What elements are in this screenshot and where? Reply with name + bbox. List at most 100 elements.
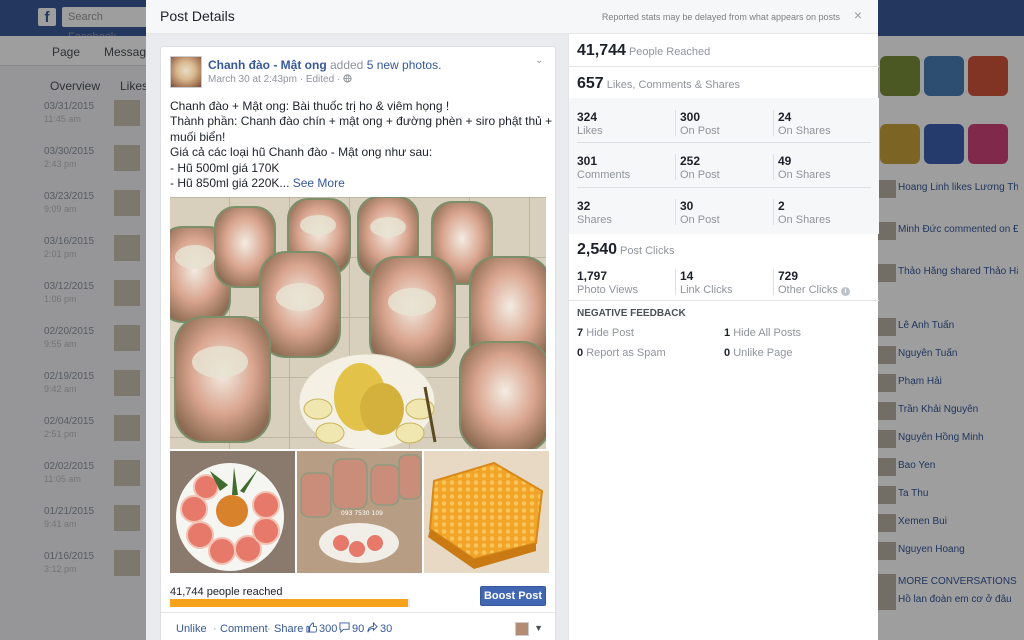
stats-delay-note: Reported stats may be delayed from what … (601, 12, 840, 22)
post-message: Chanh đào + Mật ong: Bài thuốc trị ho & … (170, 99, 553, 191)
stat-label: Hide All Posts (733, 327, 802, 339)
dialog-header: Post Details Reported stats may be delay… (146, 0, 878, 34)
shares-on-post: 30 On Post (680, 199, 780, 226)
stat-label: On Post (680, 125, 720, 137)
divider (577, 142, 871, 143)
post-line: Thành phần: Chanh đào chín + mật ong + đ… (170, 114, 553, 129)
engagement-breakdown: 324 Likes 300 On Post 24 On Shares 301 Comme… (569, 98, 879, 234)
close-icon[interactable]: × (852, 8, 864, 22)
post-photo-main[interactable] (170, 197, 546, 449)
post-photo-thumb[interactable] (170, 451, 295, 573)
stat-value: 0 (724, 347, 731, 359)
clicks-label: Post Clicks (620, 245, 675, 257)
unlike-page-stat: 0 Unlike Page (724, 347, 793, 359)
stat-label: Likes (577, 125, 603, 137)
hide-post-stat: 7 Hide Post (577, 327, 634, 339)
post-meta: March 30 at 2:43pm · Edited · (208, 74, 352, 85)
chevron-down-icon[interactable]: ⌄ (535, 56, 545, 66)
info-icon[interactable]: i (840, 287, 850, 296)
engagement-stat: 657 Likes, Comments & Shares (577, 75, 740, 93)
likes-on-shares: 24 On Shares (778, 110, 878, 137)
stat-value: 301 (577, 154, 598, 168)
stat-value: 32 (577, 199, 591, 213)
stat-label: Report as Spam (586, 347, 666, 359)
action-separator: · (213, 623, 217, 635)
stat-label: Unlike Page (733, 347, 793, 359)
unlike-link[interactable]: Unlike (176, 623, 207, 635)
stat-value: 7 (577, 327, 584, 339)
photo-watermark: 093 7530 109 (341, 510, 383, 517)
author-link[interactable]: Chanh đào - Mật ong (208, 58, 327, 72)
stat-label: On Shares (778, 214, 831, 226)
post-line: muối biển! (170, 129, 226, 144)
other-clicks: 729 Other Clicks i (778, 269, 878, 296)
other-clicks-label-row: Other Clicks i (778, 284, 878, 296)
likes-on-post: 300 On Post (680, 110, 780, 137)
stat-label: Other Clicks (778, 284, 838, 296)
stat-value: 324 (577, 110, 598, 124)
honeycomb-photo (424, 451, 549, 573)
report-spam-stat: 0 Report as Spam (577, 347, 666, 359)
share-count[interactable]: 30 (380, 623, 392, 635)
divider (569, 66, 879, 67)
reached-value: 41,744 (577, 42, 626, 59)
photo-views: 1,797 Photo Views (577, 269, 677, 296)
comment-count[interactable]: 90 (352, 623, 364, 635)
citrus-photo (170, 451, 295, 573)
stat-label: Link Clicks (680, 284, 733, 296)
comment-link[interactable]: Comment (220, 623, 268, 635)
clicks-stat: 2,540 Post Clicks (577, 241, 674, 259)
stat-value: 252 (680, 154, 701, 168)
divider (773, 199, 774, 225)
divider (675, 269, 676, 295)
like-count[interactable]: 300 (319, 623, 337, 635)
edited-label[interactable]: Edited (306, 74, 334, 85)
page-avatar[interactable] (170, 56, 202, 88)
divider (773, 154, 774, 180)
divider (675, 110, 676, 136)
actor-selector-avatar[interactable] (515, 622, 529, 636)
stat-value: 1 (724, 327, 731, 339)
photos-link[interactable]: 5 new photos. (367, 58, 442, 72)
stat-value: 300 (680, 110, 701, 124)
reach-text: 41,744 people reached (170, 586, 283, 598)
see-more-link[interactable]: See More (293, 176, 345, 190)
timestamp-link[interactable]: March 30 at 2:43pm (208, 74, 297, 85)
stat-value: 729 (778, 269, 799, 283)
engagement-value: 657 (577, 75, 604, 92)
post-photo-thumb[interactable] (424, 451, 549, 573)
post-photo-thumb[interactable]: 093 7530 109 (297, 451, 422, 573)
post-header: Chanh đào - Mật ong added 5 new photos. (208, 58, 528, 72)
action-separator: · (267, 623, 271, 635)
shares-total: 32 Shares (577, 199, 677, 226)
stat-label: On Post (680, 214, 720, 226)
globe-icon (343, 74, 352, 83)
reach-progress-bar (170, 599, 410, 607)
boost-post-button[interactable]: Boost Post (480, 586, 546, 606)
post-preview-pane: Chanh đào - Mật ong added 5 new photos. … (146, 34, 568, 640)
comment-icon (339, 622, 350, 633)
stat-value: 24 (778, 110, 792, 124)
share-link[interactable]: Share (274, 623, 303, 635)
stat-label: On Post (680, 169, 720, 181)
shares-on-shares: 2 On Shares (778, 199, 878, 226)
post-details-dialog: Post Details Reported stats may be delay… (146, 0, 879, 640)
stat-value: 0 (577, 347, 584, 359)
post-stats-pane: 41,744 People Reached 657 Likes, Comments … (568, 34, 879, 640)
comments-total: 301 Comments (577, 154, 677, 181)
comments-on-post: 252 On Post (680, 154, 780, 181)
caret-down-icon[interactable]: ▼ (534, 623, 543, 633)
stat-label: Photo Views (577, 284, 638, 296)
jars-small-photo: 093 7530 109 (297, 451, 422, 573)
jars-photo (170, 197, 546, 449)
post-line: Giá cả các loại hũ Chanh đào - Mật ong n… (170, 145, 433, 160)
share-icon (367, 622, 378, 633)
thumbs-up-icon (306, 622, 317, 633)
post-line: Chanh đào + Mật ong: Bài thuốc trị ho & … (170, 99, 450, 113)
post-card: Chanh đào - Mật ong added 5 new photos. … (160, 46, 557, 640)
post-line-last: - Hũ 850ml giá 220K... See More (170, 176, 548, 191)
stat-label: On Shares (778, 125, 831, 137)
divider (675, 154, 676, 180)
engagement-label: Likes, Comments & Shares (606, 79, 740, 91)
divider (773, 110, 774, 136)
